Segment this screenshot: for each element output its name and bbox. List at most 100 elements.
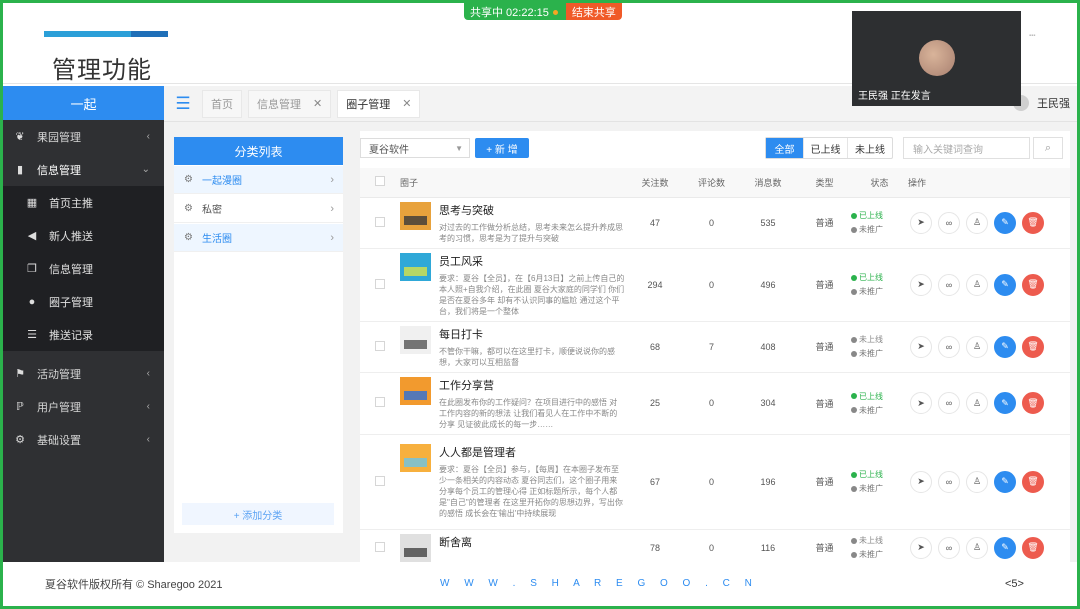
stop-share-button[interactable]: 结束共享 xyxy=(565,3,622,20)
link-icon[interactable]: ∞ xyxy=(938,470,960,493)
select-all-checkbox[interactable] xyxy=(360,168,400,198)
edit-icon[interactable]: ✎ xyxy=(994,536,1016,559)
sidebar-item-info[interactable]: ▮ 信息管理 ⌄ xyxy=(3,153,164,186)
link-icon[interactable]: ∞ xyxy=(938,211,960,234)
user-icon[interactable]: ♙ xyxy=(966,335,988,358)
circle-cell[interactable]: 员工风采 要求：夏谷【全员】，在【6月13日】之前上传自己的本人照+自我介绍，在… xyxy=(400,248,625,322)
edit-icon[interactable]: ✎ xyxy=(994,335,1016,358)
table-row[interactable]: 断舍离 78 0 116 普通 未上线 未推广 ➤ ∞ ♙ ✎ 🗑 xyxy=(360,529,1070,562)
status-dot-icon xyxy=(851,336,857,343)
delete-icon[interactable]: 🗑 xyxy=(1022,273,1044,296)
faint-logo: ▪▪▪ xyxy=(1029,33,1036,39)
send-icon[interactable]: ➤ xyxy=(910,536,932,559)
row-checkbox[interactable] xyxy=(360,529,400,562)
close-icon[interactable]: ✕ xyxy=(402,97,411,110)
user-icon[interactable]: ♙ xyxy=(966,536,988,559)
sidebar-item-info-manage[interactable]: ❐ 信息管理 xyxy=(3,252,164,285)
send-icon[interactable]: ➤ xyxy=(910,273,932,296)
table-row[interactable]: 每日打卡 不管你干嘛，都可以在这里打卡，顺便说说你的感想，大家可以互相监督 68… xyxy=(360,321,1070,373)
sidebar-brand[interactable]: 一起 xyxy=(3,86,164,120)
filter-online[interactable]: 已上线 xyxy=(804,138,848,158)
filter-offline[interactable]: 未上线 xyxy=(848,138,892,158)
status-badge: 已上线 xyxy=(851,272,908,283)
sidebar-item-circle-manage[interactable]: ● 圈子管理 xyxy=(3,285,164,318)
message-count: 304 xyxy=(738,372,798,435)
circle-type: 普通 xyxy=(798,529,851,562)
user-icon[interactable]: ♙ xyxy=(966,470,988,493)
send-icon[interactable]: ➤ xyxy=(910,470,932,493)
delete-icon[interactable]: 🗑 xyxy=(1022,335,1044,358)
sidebar-item-home-featured[interactable]: ▦ 首页主推 xyxy=(3,186,164,219)
add-circle-button[interactable]: + 新 增 xyxy=(475,138,529,158)
tab-circle-manage[interactable]: 圈子管理 ✕ xyxy=(337,89,421,118)
link-icon[interactable]: ∞ xyxy=(938,273,960,296)
status-text: 已上线 xyxy=(859,273,883,282)
tab-info-manage[interactable]: 信息管理 ✕ xyxy=(248,89,332,118)
circle-cell[interactable]: 工作分享营 在此圈发布你的工作疑问？在项目进行中的感悟 对工作内容的新的想法 让… xyxy=(400,372,625,435)
category-item[interactable]: ⚙ 私密 › xyxy=(174,195,343,223)
user-icon[interactable]: ♙ xyxy=(966,211,988,234)
circle-cell[interactable]: 断舍离 xyxy=(400,529,625,562)
row-checkbox[interactable] xyxy=(360,372,400,435)
edit-icon[interactable]: ✎ xyxy=(994,470,1016,493)
circle-thumbnail xyxy=(400,533,431,562)
sidebar-item-label: 圈子管理 xyxy=(49,296,93,309)
user-icon[interactable]: ♙ xyxy=(966,273,988,296)
follow-count: 78 xyxy=(625,529,685,562)
chevron-left-icon: ‹ xyxy=(146,131,150,142)
table-row[interactable]: 工作分享营 在此圈发布你的工作疑问？在项目进行中的感悟 对工作内容的新的想法 让… xyxy=(360,372,1070,435)
delete-icon[interactable]: 🗑 xyxy=(1022,536,1044,559)
search-icon[interactable]: ⌕ xyxy=(1033,137,1063,159)
status-text: 未上线 xyxy=(859,335,883,344)
send-icon[interactable]: ➤ xyxy=(910,211,932,234)
edit-icon[interactable]: ✎ xyxy=(994,392,1016,414)
sidebar-item-push-log[interactable]: ☰ 推送记录 xyxy=(3,318,164,351)
column-header: 圈子 xyxy=(400,168,625,198)
link-icon[interactable]: ∞ xyxy=(938,335,960,358)
user-menu[interactable]: 王民强 xyxy=(1013,95,1070,111)
circle-cell[interactable]: 人人都是管理者 要求：夏谷【全员】参与，【每周】在本圈子发布至少一条相关的内容动… xyxy=(400,434,625,530)
delete-icon[interactable]: 🗑 xyxy=(1022,392,1044,414)
send-icon[interactable]: ➤ xyxy=(910,392,932,414)
message-count: 196 xyxy=(738,434,798,530)
delete-icon[interactable]: 🗑 xyxy=(1022,470,1044,493)
delete-icon[interactable]: 🗑 xyxy=(1022,211,1044,234)
close-icon[interactable]: ✕ xyxy=(313,97,322,110)
link-icon[interactable]: ∞ xyxy=(938,536,960,559)
table-row[interactable]: 人人都是管理者 要求：夏谷【全员】参与，【每周】在本圈子发布至少一条相关的内容动… xyxy=(360,434,1070,530)
add-category-button[interactable]: + 添加分类 xyxy=(182,503,334,525)
company-select[interactable]: 夏谷软件 ▼ xyxy=(360,138,470,158)
link-icon[interactable]: ∞ xyxy=(938,392,960,414)
sidebar-item-label: 活动管理 xyxy=(37,368,81,381)
tab-home[interactable]: 首页 xyxy=(202,89,242,118)
promo-text: 未推广 xyxy=(859,225,883,234)
status-text: 已上线 xyxy=(859,391,883,401)
sidebar-item-users[interactable]: ℙ 用户管理 ‹ xyxy=(3,390,164,423)
message-count: 116 xyxy=(738,529,798,562)
user-icon[interactable]: ♙ xyxy=(966,392,988,414)
category-item[interactable]: ⚙ 一起漫圈 › xyxy=(174,166,343,194)
edit-icon[interactable]: ✎ xyxy=(994,273,1016,296)
circle-cell[interactable]: 思考与突破 对过去的工作做分析总结，思考未来怎么提升养成思考的习惯，思考是为了提… xyxy=(400,197,625,249)
edit-icon[interactable]: ✎ xyxy=(994,211,1016,234)
row-checkbox[interactable] xyxy=(360,321,400,373)
gear-icon: ⚙ xyxy=(184,174,193,185)
sidebar-item-orchard[interactable]: ❦ 果园管理 ‹ xyxy=(3,120,164,153)
circle-title: 思考与突破 xyxy=(439,204,494,217)
sidebar-item-settings[interactable]: ⚙ 基础设置 ‹ xyxy=(3,423,164,456)
filter-all[interactable]: 全部 xyxy=(766,138,804,158)
table-row[interactable]: 思考与突破 对过去的工作做分析总结，思考未来怎么提升养成思考的习惯，思考是为了提… xyxy=(360,197,1070,249)
circle-cell[interactable]: 每日打卡 不管你干嘛，都可以在这里打卡，顺便说说你的感想，大家可以互相监督 xyxy=(400,321,625,373)
video-call-overlay[interactable]: 王民强 正在发言 xyxy=(852,11,1021,106)
menu-toggle-icon[interactable]: ☰ xyxy=(164,94,202,114)
sidebar-item-newcomer-push[interactable]: ◀ 新人推送 xyxy=(3,219,164,252)
sidebar-item-activity[interactable]: ⚑ 活动管理 ‹ xyxy=(3,357,164,390)
row-checkbox[interactable] xyxy=(360,248,400,322)
row-checkbox[interactable] xyxy=(360,434,400,530)
table-row[interactable]: 员工风采 要求：夏谷【全员】，在【6月13日】之前上传自己的本人照+自我介绍，在… xyxy=(360,248,1070,322)
row-checkbox[interactable] xyxy=(360,197,400,249)
category-item[interactable]: ⚙ 生活圈 › xyxy=(174,224,343,252)
follow-count: 68 xyxy=(625,321,685,373)
search-input[interactable]: 输入关键词查询 xyxy=(903,137,1030,159)
send-icon[interactable]: ➤ xyxy=(910,335,932,358)
